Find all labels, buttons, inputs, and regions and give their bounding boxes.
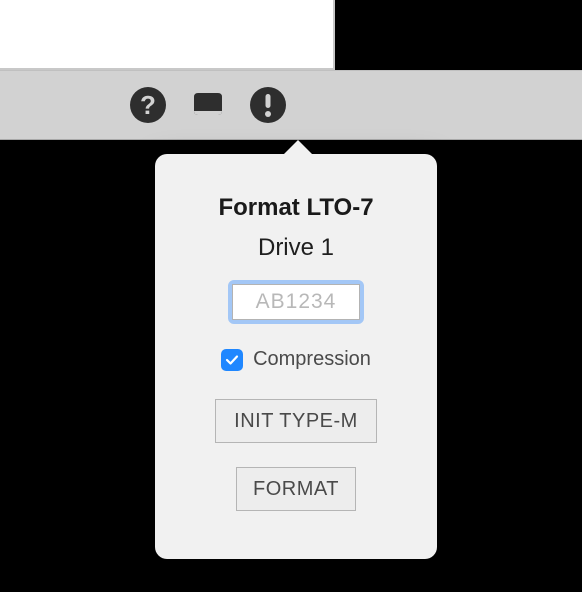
alert-icon[interactable] [248,85,288,125]
format-button[interactable]: FORMAT [236,467,356,511]
compression-checkbox[interactable] [221,349,243,371]
tape-id-input-wrap [228,280,364,324]
popover-title: Format LTO-7 [218,194,373,222]
tape-icon[interactable] [188,85,228,125]
compression-label: Compression [253,348,371,371]
toolbar: ? [0,70,582,140]
popover-subtitle: Drive 1 [258,234,334,262]
tape-id-input[interactable] [232,284,360,320]
compression-row: Compression [221,348,371,371]
upper-panel [0,0,335,70]
format-popover: Format LTO-7 Drive 1 Compression INIT TY… [155,154,437,559]
help-icon[interactable]: ? [128,85,168,125]
svg-text:?: ? [140,90,156,120]
init-type-m-button[interactable]: INIT TYPE-M [215,399,377,443]
